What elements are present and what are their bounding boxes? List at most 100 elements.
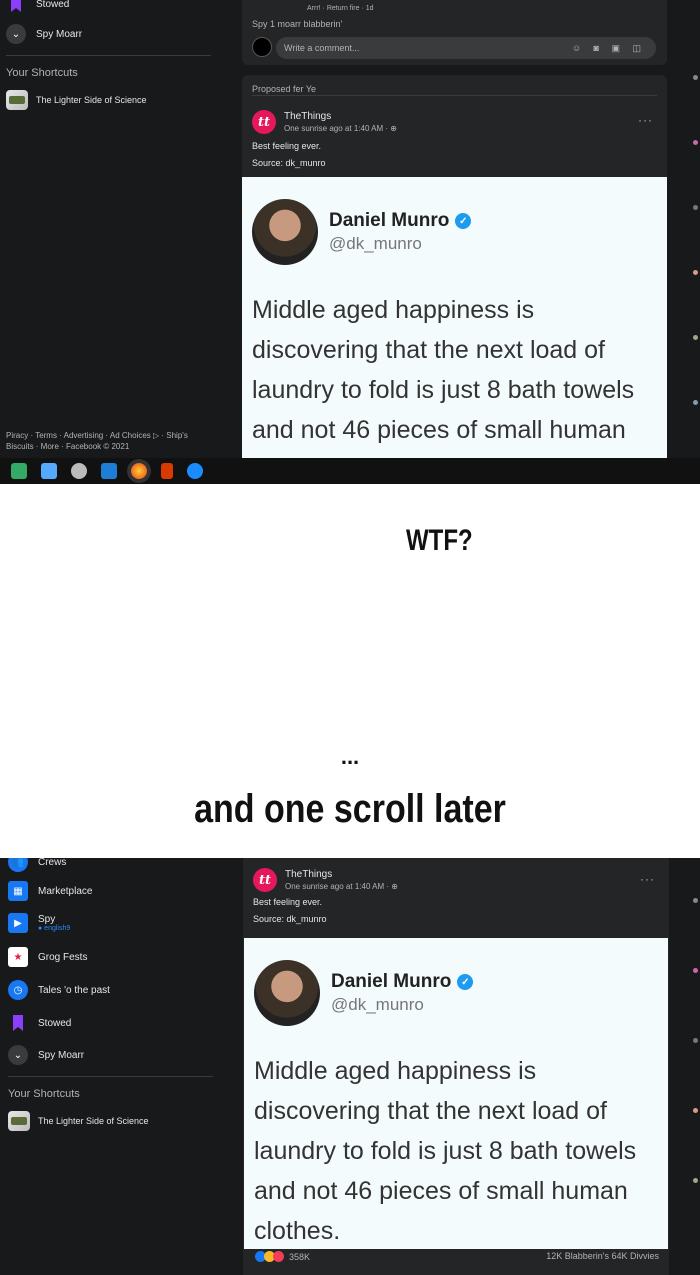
post-text: Best feeling ever. — [253, 897, 323, 907]
post-author[interactable]: TheThings — [285, 869, 398, 880]
marketplace-icon: ▦ — [8, 881, 28, 901]
notepad-icon[interactable] — [11, 463, 27, 479]
meme-panel: WTF? ... and one scroll later — [0, 484, 700, 858]
top-screenshot: Stowed ⌄ Spy Moarr Your Shortcuts The Li… — [0, 0, 700, 458]
app-icon[interactable] — [187, 463, 203, 479]
contact-dot[interactable] — [693, 400, 698, 405]
wtf-caption: WTF? — [406, 524, 473, 557]
tweet-line: and not 46 pieces of small human — [252, 416, 626, 444]
chevron-down-icon: ⌄ — [8, 1045, 28, 1065]
mail-icon[interactable] — [101, 463, 117, 479]
sidebar-item-label: Stowed — [36, 0, 70, 10]
left-sidebar: 👥 Crews ▦ Marketplace ▶ Spy ● english9 ★… — [0, 858, 230, 1275]
tweet-name-text: Daniel Munro — [331, 971, 452, 992]
post-meta[interactable]: One sunrise ago at 1:40 AM · ⊕ — [284, 124, 397, 133]
tweet-handle: @dk_munro — [329, 234, 422, 253]
post-text: Best feeling ever. — [252, 141, 322, 151]
comment-input[interactable]: Write a comment... ☺ ◙ ▣ ◫ — [276, 37, 656, 59]
tweet-name: Daniel Munro ✓ — [329, 210, 472, 232]
comment-placeholder: Write a comment... — [284, 43, 360, 53]
spy-more-comments[interactable]: Spy 1 moarr blabberin' — [252, 19, 342, 29]
emoji-icons[interactable]: ☺ ◙ ▣ ◫ — [572, 43, 646, 54]
comment-actions[interactable]: Arrr! · Return fire · 1d — [307, 5, 374, 12]
divider — [252, 95, 657, 96]
sidebar-item-stowed[interactable]: Stowed — [8, 1013, 71, 1033]
verified-icon: ✓ — [455, 213, 472, 229]
right-contacts-strip — [686, 0, 700, 458]
paint-icon[interactable] — [71, 463, 87, 479]
post-header: tt TheThings One sunrise ago at 1:40 AM … — [252, 110, 397, 134]
windows-taskbar — [0, 458, 700, 484]
tweet-avatar — [254, 960, 320, 1026]
sidebar-item-label: Tales 'o the past — [38, 984, 110, 996]
group-thumbnail — [6, 90, 28, 110]
contact-dot[interactable] — [693, 1108, 698, 1113]
love-icon — [273, 1251, 284, 1262]
post-meta[interactable]: One sunrise ago at 1:40 AM · ⊕ — [285, 882, 398, 891]
sidebar-item-crews[interactable]: 👥 Crews — [8, 858, 66, 872]
left-sidebar: Stowed ⌄ Spy Moarr Your Shortcuts The Li… — [0, 0, 230, 458]
tweet-handle: @dk_munro — [331, 995, 424, 1014]
post-source: Source: dk_munro — [252, 158, 326, 168]
tweet-line: Middle aged happiness is — [254, 1057, 537, 1085]
contact-dot[interactable] — [693, 75, 698, 80]
tweet-avatar — [252, 199, 318, 265]
post-stats[interactable]: 12K Blabberin's 64K Divvies — [546, 1251, 659, 1261]
thethings-logo[interactable]: tt — [253, 868, 277, 892]
spy-sub-label: ● english9 — [38, 925, 71, 932]
reactions-row[interactable]: 358K — [255, 1251, 310, 1262]
video-icon: ▶ — [8, 913, 28, 933]
more-options-icon[interactable]: ··· — [640, 872, 655, 886]
tweet-name: Daniel Munro ✓ — [331, 971, 474, 993]
office-icon[interactable] — [161, 463, 173, 479]
sidebar-item-stowed[interactable]: Stowed — [6, 0, 69, 14]
tweet-line: Middle aged happiness is — [252, 296, 535, 324]
previous-post-card: Arrr! · Return fire · 1d Spy 1 moarr bla… — [242, 0, 667, 65]
contact-dot[interactable] — [693, 335, 698, 340]
shortcut-item[interactable]: The Lighter Side of Science — [6, 90, 147, 110]
tweet-body: Middle aged happiness is discovering tha… — [254, 1051, 668, 1249]
contact-dot[interactable] — [693, 1038, 698, 1043]
tweet-line: discovering that the next load of — [252, 336, 606, 364]
sidebar-item-marketplace[interactable]: ▦ Marketplace — [8, 881, 92, 901]
calendar-icon: ★ — [8, 947, 28, 967]
contact-dot[interactable] — [693, 898, 698, 903]
thethings-logo[interactable]: tt — [252, 110, 276, 134]
tweet-image[interactable]: Daniel Munro ✓ @dk_munro Middle aged hap… — [242, 177, 667, 458]
verified-icon: ✓ — [457, 974, 474, 990]
contact-dot[interactable] — [693, 140, 698, 145]
shortcut-item[interactable]: The Lighter Side of Science — [8, 1111, 149, 1131]
footer-links[interactable]: Piracy · Terms · Advertising · Ad Choice… — [6, 430, 211, 452]
shortcut-label: The Lighter Side of Science — [38, 1116, 149, 1126]
sidebar-item-grog-fests[interactable]: ★ Grog Fests — [8, 947, 87, 967]
contact-dot[interactable] — [693, 205, 698, 210]
tweet-line: and not 46 pieces of small human — [254, 1177, 628, 1205]
more-options-icon[interactable]: ··· — [638, 113, 653, 127]
tweet-image[interactable]: Daniel Munro ✓ @dk_munro Middle aged hap… — [244, 938, 668, 1249]
sidebar-item-label: Spy — [38, 914, 56, 925]
post-source: Source: dk_munro — [253, 914, 327, 924]
bottom-screenshot: 👥 Crews ▦ Marketplace ▶ Spy ● english9 ★… — [0, 858, 700, 1275]
contact-dot[interactable] — [693, 1178, 698, 1183]
proposed-label: Proposed fer Ye — [252, 84, 317, 94]
sidebar-item-label: Grog Fests — [38, 951, 88, 963]
contact-dot[interactable] — [693, 270, 698, 275]
sidebar-item-label: Crews — [38, 858, 67, 868]
tweet-line: clothes. — [254, 1217, 341, 1245]
divider — [8, 1076, 213, 1077]
sidebar-item-spy-moarr[interactable]: ⌄ Spy Moarr — [6, 24, 82, 44]
tweet-line: laundry to fold is just 8 bath towels — [254, 1137, 637, 1165]
right-contacts-strip — [686, 858, 700, 1275]
chevron-down-icon: ⌄ — [6, 24, 26, 44]
ellipsis-caption: ... — [340, 744, 360, 769]
contact-dot[interactable] — [693, 968, 698, 973]
tweet-body: Middle aged happiness is discovering tha… — [252, 290, 667, 450]
calculator-icon[interactable] — [41, 463, 57, 479]
firefox-icon[interactable] — [131, 463, 147, 479]
post-author[interactable]: TheThings — [284, 111, 397, 122]
divider — [6, 55, 211, 56]
sidebar-item-spy-moarr[interactable]: ⌄ Spy Moarr — [8, 1045, 84, 1065]
sidebar-item-tales[interactable]: ◷ Tales 'o the past — [8, 980, 110, 1000]
shortcuts-heading: Your Shortcuts — [6, 67, 78, 79]
sidebar-item-spy[interactable]: ▶ Spy ● english9 — [8, 913, 70, 933]
